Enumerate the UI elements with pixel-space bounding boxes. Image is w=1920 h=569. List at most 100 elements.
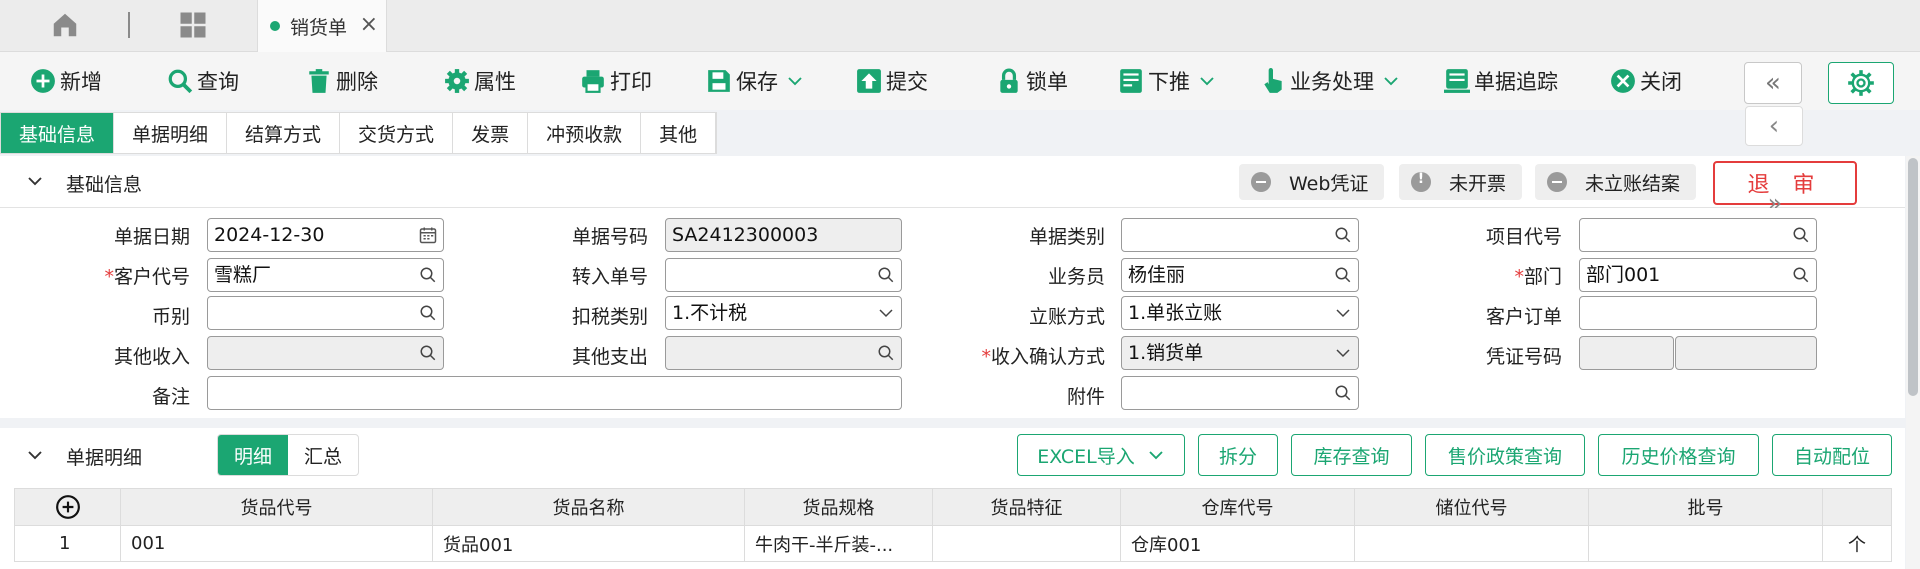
remark-field[interactable] — [207, 376, 902, 410]
income-confirm-select[interactable]: 1.销货单 — [1121, 336, 1359, 370]
dept-field[interactable]: 部门001 — [1579, 258, 1817, 292]
chevron-down-icon[interactable] — [1334, 344, 1352, 362]
toggle-summary[interactable]: 汇总 — [288, 435, 358, 475]
next-record-button[interactable]: » — [1748, 198, 1802, 208]
cell-spec[interactable]: 牛肉干-半斤装-... — [745, 526, 933, 561]
customer-field[interactable]: 雪糕厂 — [207, 258, 444, 292]
account-status[interactable]: 未立账结案 — [1535, 164, 1697, 200]
chevron-down-icon[interactable] — [1147, 446, 1165, 464]
cell-warehouse[interactable]: 仓库001 — [1121, 526, 1355, 561]
tab-separator — [128, 12, 130, 38]
tab-other[interactable]: 其他 — [641, 113, 717, 153]
tax-select[interactable]: 1.不计税 — [665, 296, 902, 330]
column-header[interactable]: 货品代号 — [121, 489, 433, 525]
properties-label: 属性 — [474, 70, 516, 94]
home-icon[interactable] — [50, 10, 80, 40]
tab-bar: 销货单 × — [0, 0, 1920, 52]
currency-field[interactable] — [207, 296, 444, 330]
cust-order-field[interactable] — [1579, 296, 1817, 330]
minus-circle-icon — [1251, 172, 1271, 192]
cell-name[interactable]: 货品001 — [433, 526, 745, 561]
cell-feature[interactable] — [933, 526, 1121, 561]
gear-icon — [1848, 70, 1874, 96]
column-header[interactable]: 仓库代号 — [1121, 489, 1355, 525]
excel-import-button[interactable]: EXCEL导入 — [1017, 434, 1185, 476]
history-price-query-button[interactable]: 历史价格查询 — [1598, 434, 1759, 476]
grid-icon[interactable] — [178, 10, 208, 40]
push-down-button[interactable]: 下推 — [1118, 64, 1216, 98]
chevron-down-icon[interactable] — [1198, 72, 1216, 90]
doc-no-field: SA2412300003 — [665, 218, 902, 252]
split-button[interactable]: 拆分 — [1198, 434, 1278, 476]
tab-invoice[interactable]: 发票 — [453, 113, 529, 153]
new-button[interactable]: 新增 — [30, 64, 102, 98]
tab-settlement[interactable]: 结算方式 — [227, 113, 341, 153]
prev-record-button[interactable]: ‹ — [1745, 106, 1803, 146]
detail-view-toggle: 明细 汇总 — [217, 434, 360, 476]
settings-button[interactable] — [1828, 62, 1894, 104]
close-tab-icon[interactable]: × — [360, 12, 378, 37]
column-header[interactable]: 储位代号 — [1355, 489, 1589, 525]
search-icon[interactable] — [1334, 384, 1352, 402]
tab-delivery[interactable]: 交货方式 — [340, 113, 454, 153]
search-icon[interactable] — [1792, 266, 1810, 284]
search-icon — [420, 345, 436, 361]
search-icon[interactable] — [1334, 266, 1352, 284]
properties-button[interactable]: 属性 — [444, 64, 516, 98]
lock-button[interactable]: 锁单 — [996, 64, 1068, 98]
scrollbar-thumb[interactable] — [1908, 158, 1918, 396]
price-policy-query-button[interactable]: 售价政策查询 — [1425, 434, 1585, 476]
chevron-down-icon[interactable] — [1382, 72, 1400, 90]
cell-batch[interactable] — [1589, 526, 1823, 561]
web-voucher-status[interactable]: Web凭证 — [1239, 164, 1385, 200]
search-icon[interactable] — [419, 266, 437, 284]
close-label: 关闭 — [1640, 70, 1682, 94]
tab-prepayment[interactable]: 冲预收款 — [528, 113, 642, 153]
close-button[interactable]: 关闭 — [1610, 64, 1682, 98]
other-income-field — [207, 336, 444, 370]
toggle-detail[interactable]: 明细 — [218, 435, 289, 475]
grid-header-row: 货品代号 货品名称 货品规格 货品特征 仓库代号 储位代号 批号 — [15, 489, 1891, 525]
trace-button[interactable]: 单据追踪 — [1444, 64, 1558, 98]
collapse-chevron-icon[interactable] — [26, 172, 44, 190]
column-header[interactable]: 货品特征 — [933, 489, 1121, 525]
delete-button[interactable]: 删除 — [306, 64, 378, 98]
doc-type-field[interactable] — [1121, 218, 1359, 252]
cell-code[interactable]: 001 — [121, 526, 433, 561]
attachment-field[interactable] — [1121, 376, 1359, 410]
search-icon[interactable] — [419, 304, 437, 322]
submit-button[interactable]: 提交 — [856, 64, 928, 98]
tab-doc-detail[interactable]: 单据明细 — [114, 113, 228, 153]
tab-basic-info[interactable]: 基础信息 — [1, 113, 115, 153]
tab-sales-order[interactable]: 销货单 × — [257, 0, 387, 52]
column-header[interactable]: 批号 — [1589, 489, 1823, 525]
column-header[interactable]: 货品规格 — [745, 489, 933, 525]
invoice-status[interactable]: 未开票 — [1399, 164, 1523, 200]
salesman-field[interactable]: 杨佳丽 — [1121, 258, 1359, 292]
project-field[interactable] — [1579, 218, 1817, 252]
calendar-icon[interactable] — [419, 226, 437, 244]
save-button[interactable]: 保存 — [706, 64, 804, 98]
chevron-down-icon[interactable] — [1334, 304, 1352, 322]
transfer-field[interactable] — [665, 258, 902, 292]
cell-location[interactable] — [1355, 526, 1589, 561]
chevron-down-icon[interactable] — [877, 304, 895, 322]
customer-label: *客户代号 — [60, 262, 190, 292]
account-mode-select[interactable]: 1.单张立账 — [1121, 296, 1359, 330]
search-icon[interactable] — [1792, 226, 1810, 244]
cell-unit[interactable]: 个 — [1823, 526, 1891, 561]
column-header[interactable]: 货品名称 — [433, 489, 745, 525]
search-icon[interactable] — [1334, 226, 1352, 244]
stock-query-button[interactable]: 库存查询 — [1291, 434, 1412, 476]
first-record-button[interactable]: « — [1744, 62, 1802, 104]
chevron-down-icon[interactable] — [786, 72, 804, 90]
auto-allocate-button[interactable]: 自动配位 — [1772, 434, 1892, 476]
business-button[interactable]: 业务处理 — [1260, 64, 1400, 98]
search-icon[interactable] — [877, 266, 895, 284]
add-row-button[interactable] — [15, 489, 121, 525]
date-field[interactable]: 2024-12-30 — [207, 218, 444, 252]
query-button[interactable]: 查询 — [167, 64, 239, 98]
table-row[interactable]: 1 001 货品001 牛肉干-半斤装-... 仓库001 个 — [15, 525, 1891, 561]
collapse-chevron-icon[interactable] — [26, 446, 44, 464]
print-button[interactable]: 打印 — [580, 64, 652, 98]
